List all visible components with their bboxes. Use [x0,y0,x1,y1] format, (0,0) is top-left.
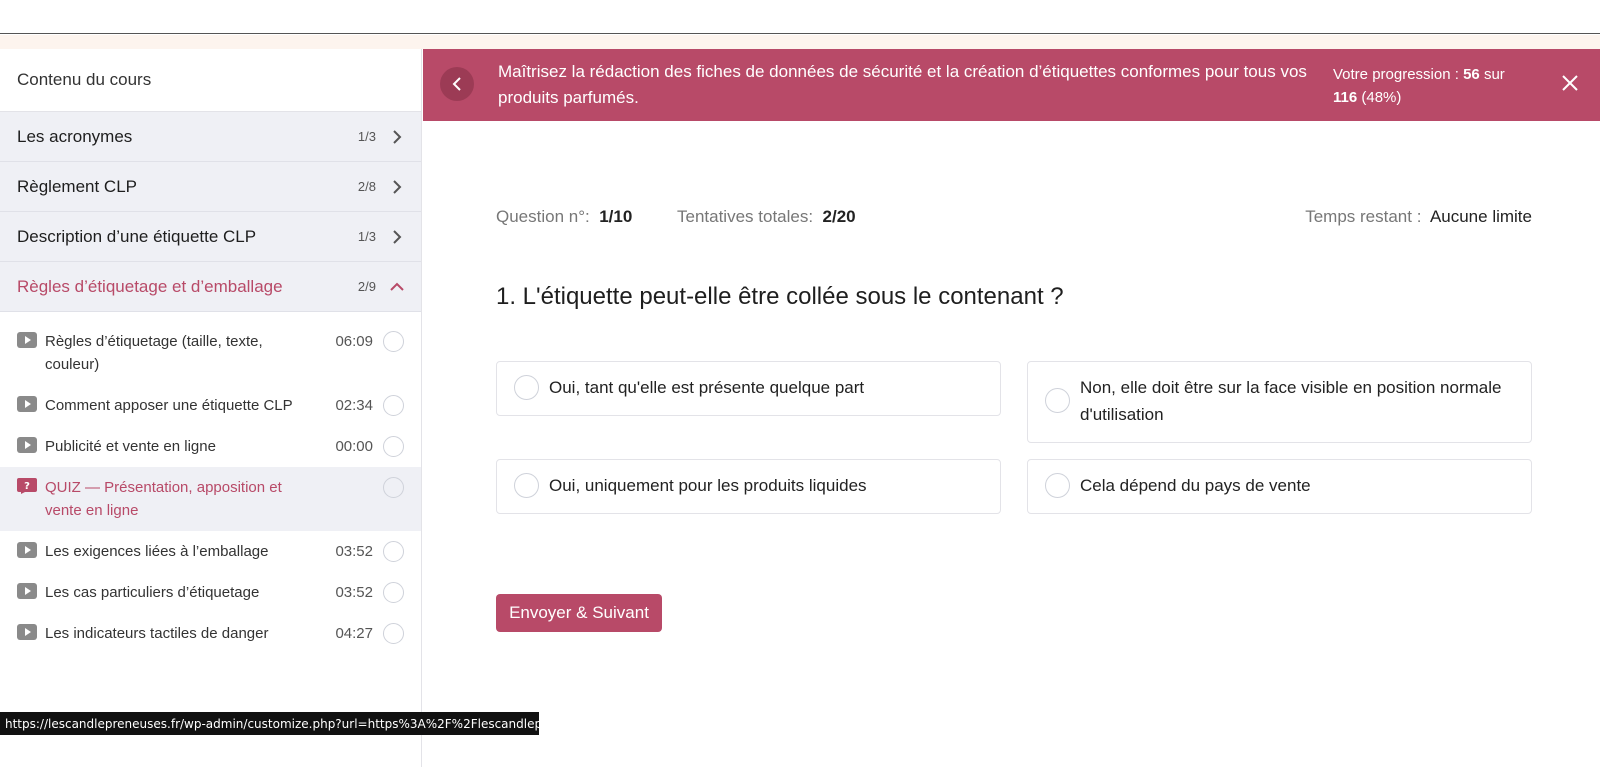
close-button[interactable] [1560,73,1580,93]
question-text: 1. L'étiquette peut-elle être collée sou… [496,283,1064,310]
lesson-item[interactable]: Publicité et vente en ligne 00:00 [0,426,421,467]
lesson-title: Publicité et vente en ligne [45,438,216,455]
lesson-complete-toggle[interactable] [383,477,404,498]
lesson-complete-toggle[interactable] [383,436,404,457]
section-title: Les acronymes [17,126,133,146]
time-remaining-value: Aucune limite [1429,207,1532,226]
section-title: Description d’une étiquette CLP [17,226,257,246]
quiz-meta: Question n°: 1/10 Tentatives totales: 2/… [496,207,1532,231]
question-number-label: Question n°: [496,207,590,226]
attempts-value: 2/20 [822,207,856,226]
lesson-title: QUIZ — Présentation, apposition et vente… [45,479,282,519]
attempts-label: Tentatives totales: [677,207,814,226]
lesson-item[interactable]: Les indicateurs tactiles de danger 04:27 [0,613,421,654]
chevron-right-icon [390,179,404,194]
top-strip [0,0,1600,34]
lesson-item[interactable]: Les exigences liées à l’emballage 03:52 [0,531,421,572]
lesson-title: Les indicateurs tactiles de danger [45,625,269,642]
quiz-icon: ? [17,478,37,494]
answer-option[interactable]: Oui, uniquement pour les produits liquid… [496,459,1001,514]
answer-text: Oui, uniquement pour les produits liquid… [549,476,867,495]
answer-text: Oui, tant qu'elle est présente quelque p… [549,378,865,397]
video-icon [17,332,37,348]
section-regles-etiquetage[interactable]: Règles d’étiquetage et d’emballage 2/9 [0,262,421,312]
progress-sep: sur [1483,66,1505,83]
svg-text:?: ? [24,481,30,492]
video-icon [17,583,37,599]
lesson-complete-toggle[interactable] [383,331,404,352]
back-button[interactable] [440,67,474,101]
answer-text: Cela dépend du pays de vente [1080,476,1311,495]
answer-option[interactable]: Oui, tant qu'elle est présente quelque p… [496,361,1001,416]
lesson-duration: 04:27 [335,625,373,642]
lesson-item[interactable]: Règles d’étiquetage (taille, texte, coul… [0,312,421,385]
video-icon [17,396,37,412]
lesson-list: Règles d’étiquetage (taille, texte, coul… [0,312,421,654]
lesson-duration: 03:52 [335,584,373,601]
lesson-duration: 06:09 [335,333,373,350]
answer-radio[interactable] [514,473,539,498]
lesson-title: Règles d’étiquetage (taille, texte, coul… [45,333,263,373]
course-progress: Votre progression : 56 sur 116 (48%) [1333,63,1533,109]
lesson-complete-toggle[interactable] [383,623,404,644]
section-description-etiquette[interactable]: Description d’une étiquette CLP 1/3 [0,212,421,262]
lesson-item[interactable]: Comment apposer une étiquette CLP 02:34 [0,385,421,426]
lesson-item[interactable]: Les cas particuliers d’étiquetage 03:52 [0,572,421,613]
video-icon [17,542,37,558]
chevron-right-icon [390,229,404,244]
progress-done: 56 [1463,66,1480,83]
lesson-title: Les cas particuliers d’étiquetage [45,584,260,601]
link-status-bar: https://lescandlepreneuses.fr/wp-admin/c… [0,712,539,735]
progress-percent: (48%) [1361,89,1402,106]
chevron-right-icon [390,129,404,144]
lesson-complete-toggle[interactable] [383,541,404,562]
answer-option[interactable]: Non, elle doit être sur la face visible … [1027,361,1532,443]
lesson-title: Comment apposer une étiquette CLP [45,397,293,414]
section-title: Règlement CLP [17,176,138,196]
lesson-complete-toggle[interactable] [383,582,404,603]
video-icon [17,437,37,453]
course-sidebar: Contenu du cours Les acronymes 1/3 Règle… [0,49,422,767]
lesson-complete-toggle[interactable] [383,395,404,416]
section-count: 1/3 [357,129,376,144]
lesson-item-quiz-active[interactable]: ? QUIZ — Présentation, apposition et ven… [0,467,421,531]
answer-text: Non, elle doit être sur la face visible … [1080,378,1502,424]
sidebar-title: Contenu du cours [0,49,421,112]
time-remaining-label: Temps restant : [1305,207,1422,226]
time-remaining: Temps restant : Aucune limite [1305,207,1532,227]
lesson-title: Les exigences liées à l’emballage [45,543,269,560]
lesson-duration: 00:00 [335,438,373,455]
header-band [0,35,1600,49]
section-count: 2/8 [357,179,376,194]
section-acronymes[interactable]: Les acronymes 1/3 [0,112,421,162]
question-number: Question n°: 1/10 [496,207,632,227]
question-number-value: 1/10 [599,207,633,226]
section-count: 1/3 [357,229,376,244]
progress-label: Votre progression : [1333,66,1459,83]
chevron-up-icon [390,280,404,294]
section-reglement-clp[interactable]: Règlement CLP 2/8 [0,162,421,212]
section-count: 2/9 [357,279,376,294]
lesson-duration: 02:34 [335,397,373,414]
close-icon [1562,75,1578,91]
video-icon [17,624,37,640]
submit-next-button[interactable]: Envoyer & Suivant [496,594,662,632]
course-title: Maîtrisez la rédaction des fiches de don… [498,62,1307,107]
chevron-left-icon [452,77,461,91]
lesson-duration: 03:52 [335,543,373,560]
answer-option[interactable]: Cela dépend du pays de vente [1027,459,1532,514]
attempts: Tentatives totales: 2/20 [677,207,856,227]
progress-total: 116 [1333,89,1358,106]
section-title: Règles d’étiquetage et d’emballage [17,276,283,296]
answer-radio[interactable] [1045,473,1070,498]
answer-radio[interactable] [514,375,539,400]
answer-radio[interactable] [1045,388,1070,413]
course-banner: Maîtrisez la rédaction des fiches de don… [423,49,1600,121]
